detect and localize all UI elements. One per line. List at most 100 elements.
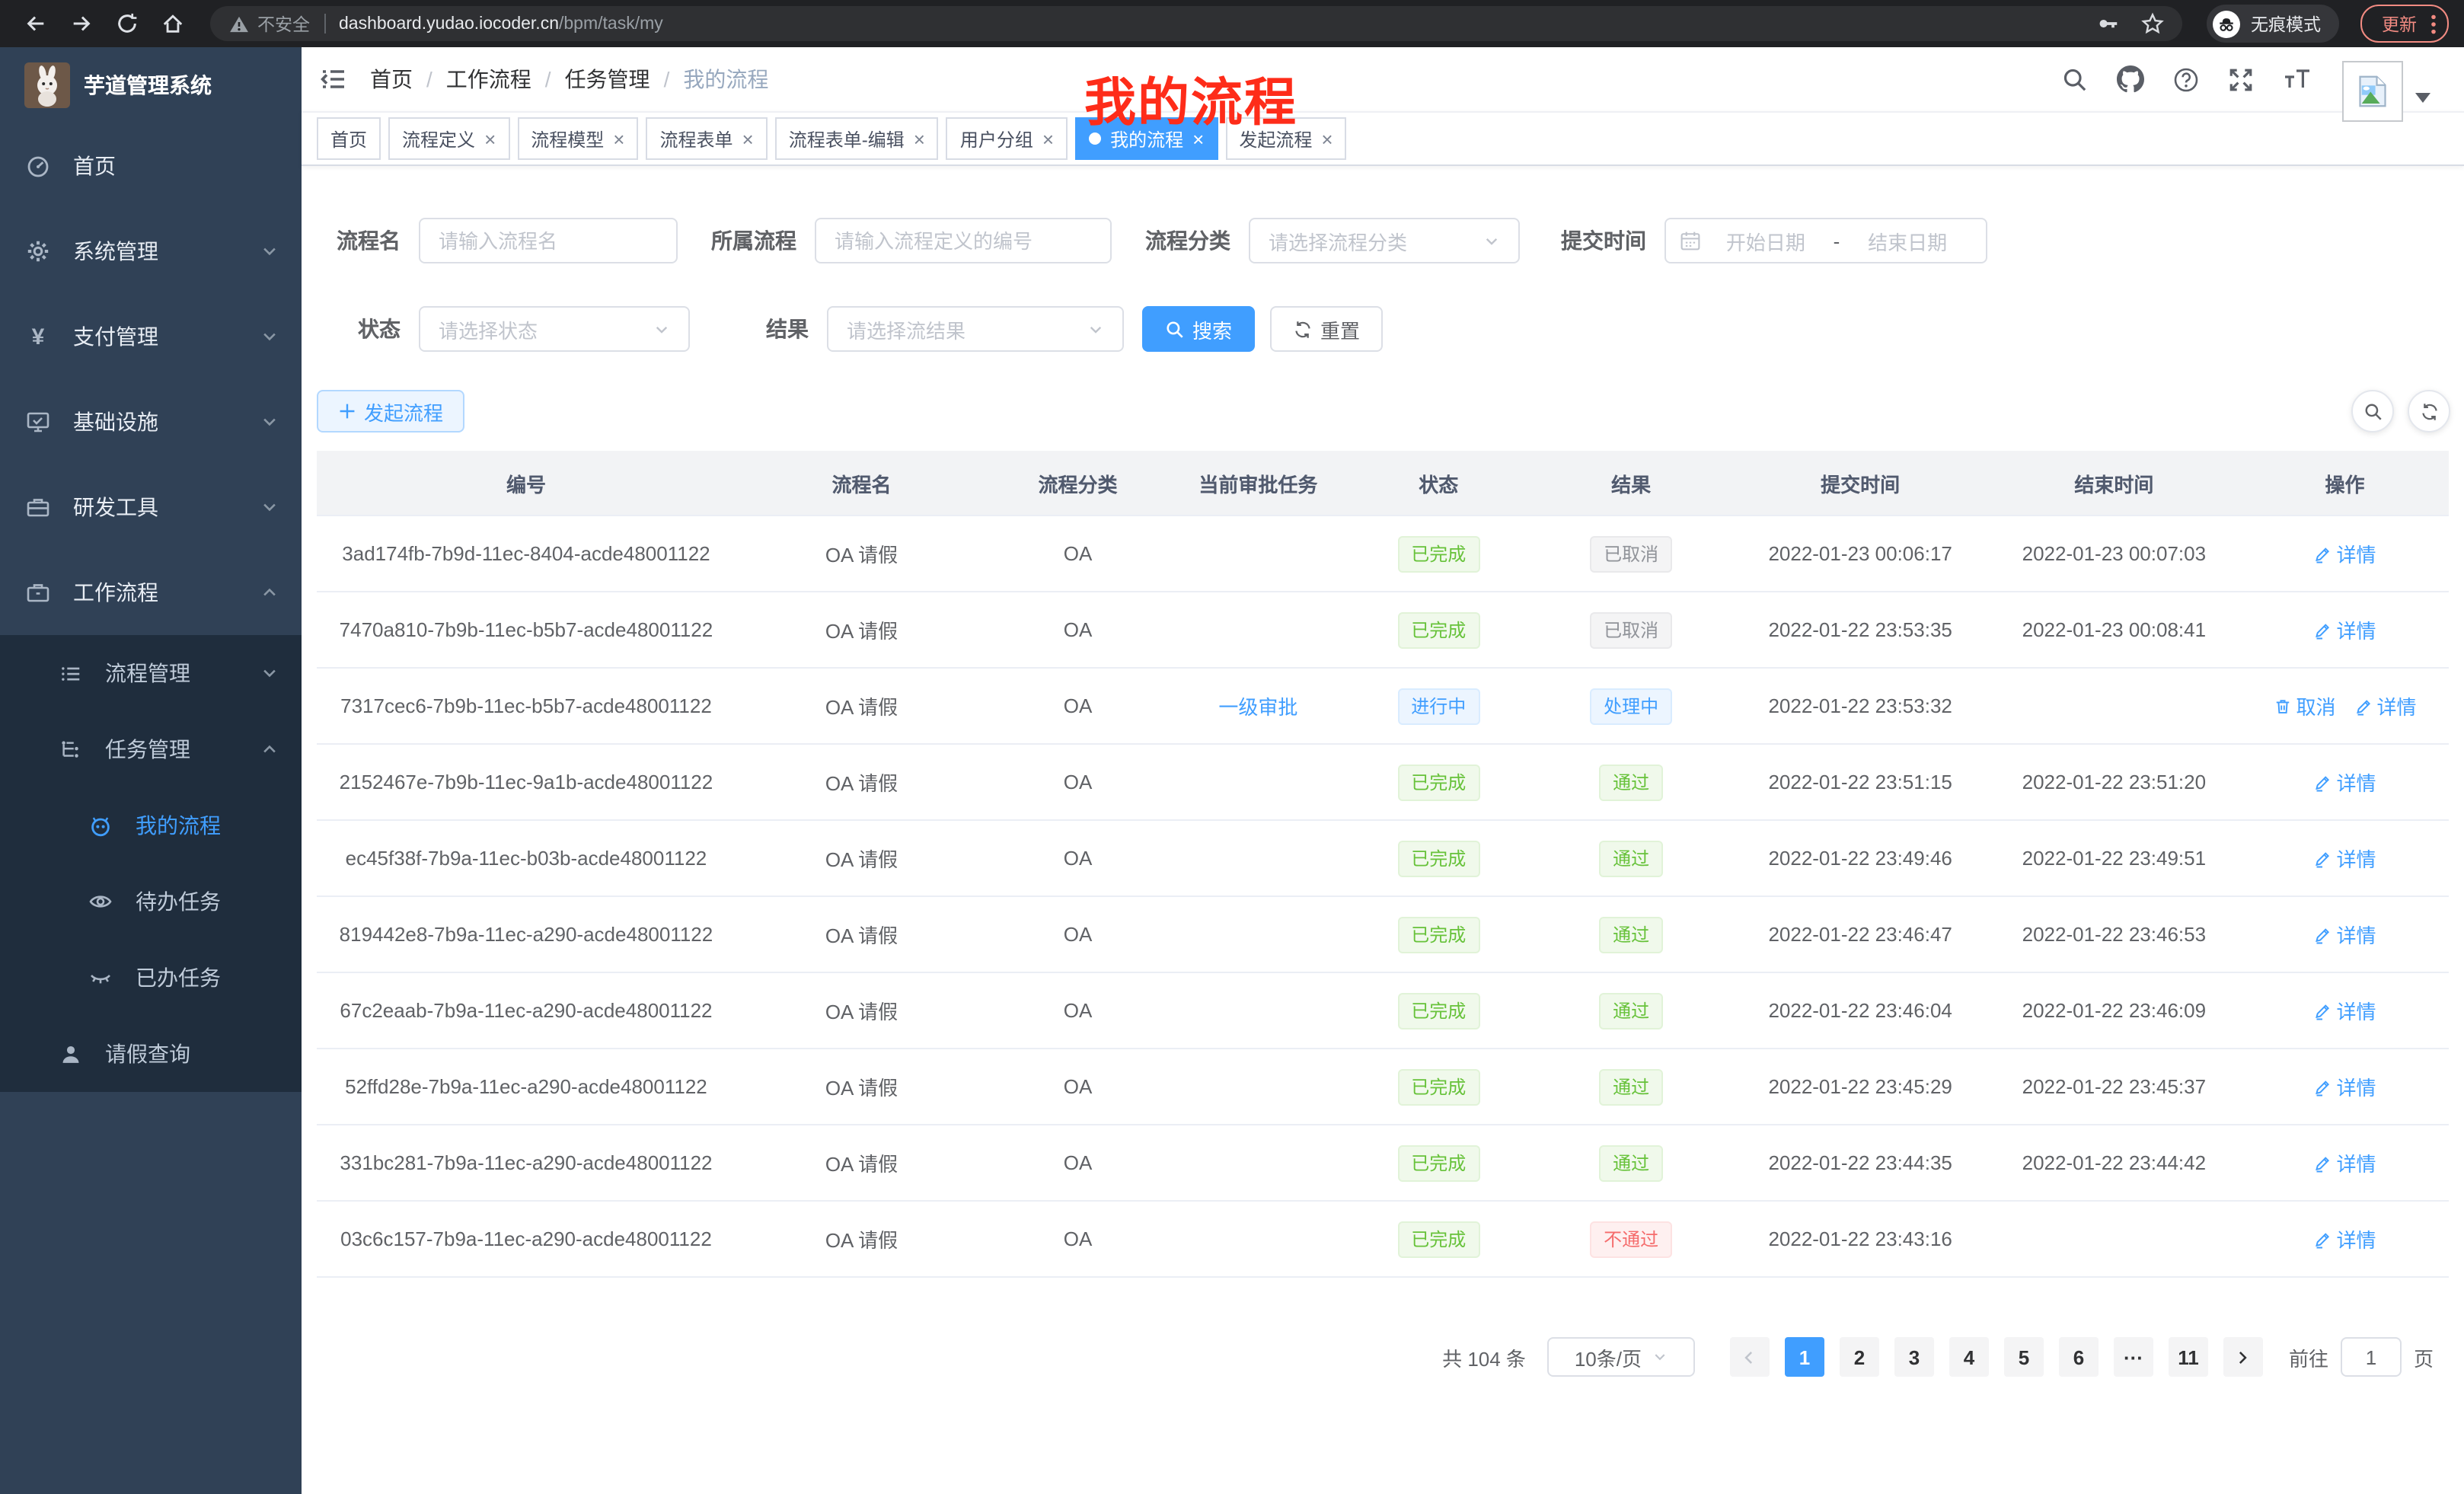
cell-actions: 详情 <box>2241 1049 2449 1125</box>
detail-action-link[interactable]: 详情 <box>2313 1148 2376 1177</box>
detail-action-link[interactable]: 详情 <box>2354 691 2416 720</box>
github-icon[interactable] <box>2117 65 2144 93</box>
page-button[interactable]: 6 <box>2059 1337 2099 1377</box>
browser-home-icon[interactable] <box>152 4 192 43</box>
sidebar-item-leave-query[interactable]: 请假查询 <box>0 1016 302 1092</box>
chevron-down-icon <box>653 321 670 337</box>
page-button[interactable]: 11 <box>2169 1337 2208 1377</box>
page-size-select[interactable]: 10条/页 <box>1547 1337 1695 1377</box>
start-process-button[interactable]: 发起流程 <box>317 390 464 433</box>
prev-page-button[interactable] <box>1730 1337 1770 1377</box>
app-logo[interactable]: 芋道管理系统 <box>0 47 302 123</box>
cell-process-name: OA 请假 <box>736 820 988 896</box>
browser-back-icon[interactable] <box>15 4 55 43</box>
close-icon[interactable]: × <box>742 129 754 148</box>
status-badge: 已完成 <box>1397 916 1479 953</box>
cell-process-name: OA 请假 <box>736 516 988 592</box>
sidebar-item-system[interactable]: 系统管理 <box>0 209 302 294</box>
font-size-icon[interactable] <box>2283 67 2312 91</box>
close-icon[interactable]: × <box>1321 129 1333 148</box>
tab-home[interactable]: 首页 <box>317 117 381 160</box>
avatar[interactable] <box>2342 61 2403 122</box>
tab-user-group[interactable]: 用户分组× <box>946 117 1068 160</box>
page-button[interactable]: 5 <box>2004 1337 2044 1377</box>
close-icon[interactable]: × <box>1042 129 1054 148</box>
result-label: 结果 <box>690 314 827 344</box>
cell-submit-time: 2022-01-22 23:49:46 <box>1734 820 1987 896</box>
chevron-down-icon <box>260 242 279 260</box>
page-button[interactable]: 4 <box>1949 1337 1989 1377</box>
submit-time-range-picker[interactable]: 开始日期 - 结束日期 <box>1664 218 1987 263</box>
cell-result: 通过 <box>1529 896 1734 972</box>
tab-process-model[interactable]: 流程模型× <box>517 117 638 160</box>
tab-process-form-edit[interactable]: 流程表单-编辑× <box>775 117 939 160</box>
sidebar-item-pay[interactable]: ¥ 支付管理 <box>0 294 302 379</box>
list-tree-icon <box>58 662 82 685</box>
column-header: 提交时间 <box>1734 451 1987 516</box>
address-bar[interactable]: 不安全 dashboard.yudao.iocoder.cn /bpm/task… <box>210 6 2182 41</box>
cell-current-task <box>1168 896 1348 972</box>
detail-action-link[interactable]: 详情 <box>2313 768 2376 796</box>
cell-actions: 详情 <box>2241 1201 2449 1277</box>
page-button-current[interactable]: 1 <box>1785 1337 1824 1377</box>
next-page-button[interactable] <box>2223 1337 2263 1377</box>
search-button[interactable]: 搜索 <box>1142 306 1255 352</box>
detail-action-link[interactable]: 详情 <box>2313 1072 2376 1101</box>
table-header-row: 编号流程名流程分类当前审批任务状态结果提交时间结束时间操作 <box>317 451 2449 516</box>
breadcrumb-item[interactable]: 任务管理 <box>565 64 650 94</box>
column-header: 操作 <box>2241 451 2449 516</box>
browser-forward-icon[interactable] <box>61 4 101 43</box>
security-warning-icon[interactable] <box>228 13 250 34</box>
cell-process-id: 819442e8-7b9a-11ec-a290-acde48001122 <box>317 896 736 972</box>
browser-menu-dots-icon[interactable] <box>2430 13 2437 34</box>
detail-action-link[interactable]: 详情 <box>2313 1224 2376 1253</box>
sidebar-item-todo-tasks[interactable]: 待办任务 <box>0 864 302 940</box>
sidebar-item-workflow[interactable]: 工作流程 <box>0 550 302 635</box>
sidebar-item-done-tasks[interactable]: 已办任务 <box>0 940 302 1016</box>
tab-process-form[interactable]: 流程表单× <box>646 117 767 160</box>
page-button[interactable]: 2 <box>1840 1337 1879 1377</box>
cancel-action-link[interactable]: 取消 <box>2273 691 2335 720</box>
detail-action-link[interactable]: 详情 <box>2313 844 2376 873</box>
sidebar-item-my-process[interactable]: 我的流程 <box>0 787 302 864</box>
page-button[interactable]: 3 <box>1894 1337 1934 1377</box>
status-badge: 已完成 <box>1397 1068 1479 1105</box>
show-search-button[interactable] <box>2351 390 2394 433</box>
fullscreen-icon[interactable] <box>2228 66 2254 92</box>
process-name-input[interactable] <box>419 218 678 263</box>
sidebar-collapse-icon[interactable] <box>320 65 347 93</box>
breadcrumb-item[interactable]: 工作流程 <box>446 64 531 94</box>
detail-action-link[interactable]: 详情 <box>2313 920 2376 949</box>
close-icon[interactable]: × <box>484 129 496 148</box>
browser-reload-icon[interactable] <box>107 4 146 43</box>
close-icon[interactable]: × <box>613 129 624 148</box>
detail-action-link[interactable]: 详情 <box>2313 615 2376 644</box>
jump-page-input[interactable] <box>2341 1337 2402 1377</box>
sidebar-item-task-mgmt[interactable]: 任务管理 <box>0 711 302 787</box>
sidebar-item-devtools[interactable]: 研发工具 <box>0 464 302 550</box>
page-ellipsis-button[interactable]: ··· <box>2114 1337 2153 1377</box>
browser-update-button[interactable]: 更新 <box>2360 5 2449 43</box>
detail-action-link[interactable]: 详情 <box>2313 996 2376 1025</box>
tab-process-definition[interactable]: 流程定义× <box>388 117 509 160</box>
bookmark-star-icon[interactable] <box>2141 12 2164 35</box>
category-select[interactable]: 请选择流程分类 <box>1249 218 1520 263</box>
sidebar-item-process-mgmt[interactable]: 流程管理 <box>0 635 302 711</box>
refresh-table-button[interactable] <box>2408 390 2450 433</box>
sidebar-item-infra[interactable]: 基础设施 <box>0 379 302 464</box>
help-icon[interactable] <box>2173 66 2199 92</box>
reset-button[interactable]: 重置 <box>1270 306 1383 352</box>
detail-action-link[interactable]: 详情 <box>2313 539 2376 568</box>
status-select[interactable]: 请选择状态 <box>419 306 690 352</box>
search-icon[interactable] <box>2062 66 2088 92</box>
current-task-link[interactable]: 一级审批 <box>1218 696 1297 719</box>
status-badge: 已完成 <box>1397 992 1479 1029</box>
breadcrumb-item[interactable]: 首页 <box>370 64 413 94</box>
caret-down-icon[interactable] <box>2415 93 2430 104</box>
owner-process-input[interactable] <box>815 218 1112 263</box>
password-key-icon[interactable] <box>2097 12 2120 35</box>
screen: 不安全 dashboard.yudao.iocoder.cn /bpm/task… <box>0 0 2464 1494</box>
sidebar-item-home[interactable]: 首页 <box>0 123 302 209</box>
result-select[interactable]: 请选择流结果 <box>827 306 1124 352</box>
close-icon[interactable]: × <box>914 129 925 148</box>
